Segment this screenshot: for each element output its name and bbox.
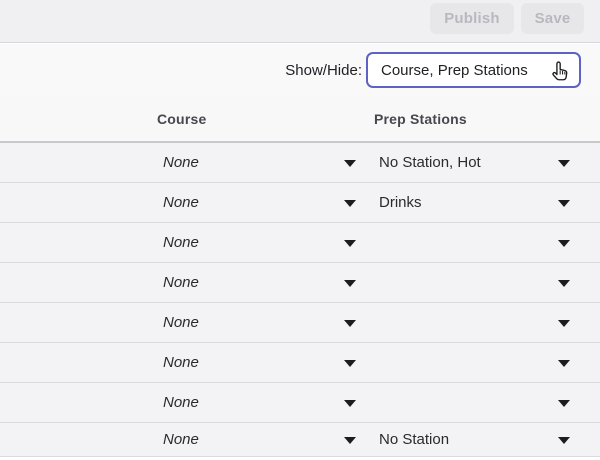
course-dropdown[interactable]: None — [163, 383, 363, 422]
course-dropdown[interactable]: None — [163, 343, 363, 382]
table-body: None No Station, Hot None Drinks None — [0, 143, 600, 457]
prep-value: No Station, Hot — [379, 154, 481, 171]
table-row: None — [0, 263, 600, 303]
chevron-down-icon[interactable] — [344, 400, 356, 407]
chevron-down-icon[interactable] — [558, 160, 570, 167]
chevron-down-icon[interactable] — [558, 240, 570, 247]
show-hide-label: Show/Hide: — [285, 62, 362, 79]
chevron-down-icon[interactable] — [558, 200, 570, 207]
save-button[interactable]: Save — [521, 3, 584, 34]
table-row: None — [0, 383, 600, 423]
course-dropdown[interactable]: None — [163, 303, 363, 342]
show-hide-select-value: Course, Prep Stations — [381, 62, 528, 79]
course-value: None — [163, 234, 199, 251]
table-row: None — [0, 343, 600, 383]
prep-stations-dropdown[interactable] — [379, 303, 549, 342]
chevron-down-icon[interactable] — [558, 400, 570, 407]
chevron-down-icon[interactable] — [558, 437, 570, 444]
menu-editor-page: Publish Save Show/Hide: Course, Prep Sta… — [0, 0, 600, 460]
prep-stations-dropdown[interactable] — [379, 263, 549, 302]
course-value: None — [163, 354, 199, 371]
table-row: None Drinks — [0, 183, 600, 223]
column-header-course: Course — [157, 111, 206, 127]
chevron-down-icon[interactable] — [558, 360, 570, 367]
table-row: None — [0, 303, 600, 343]
prep-stations-dropdown[interactable]: No Station — [379, 423, 549, 456]
chevron-down-icon[interactable] — [344, 160, 356, 167]
course-dropdown[interactable]: None — [163, 143, 363, 182]
publish-button[interactable]: Publish — [430, 3, 514, 34]
course-value: None — [163, 154, 199, 171]
show-hide-row: Show/Hide: Course, Prep Stations — [0, 44, 600, 96]
course-value: None — [163, 431, 199, 448]
prep-value: No Station — [379, 431, 449, 448]
chevron-down-icon[interactable] — [558, 320, 570, 327]
course-value: None — [163, 394, 199, 411]
course-value: None — [163, 274, 199, 291]
prep-value: Drinks — [379, 194, 422, 211]
chevron-down-icon[interactable] — [344, 200, 356, 207]
prep-stations-dropdown[interactable]: No Station, Hot — [379, 143, 549, 182]
chevron-down-icon[interactable] — [344, 320, 356, 327]
toolbar: Publish Save — [0, 0, 600, 43]
chevron-down-icon[interactable] — [344, 360, 356, 367]
prep-stations-dropdown[interactable]: Drinks — [379, 183, 549, 222]
prep-stations-dropdown[interactable] — [379, 343, 549, 382]
course-value: None — [163, 194, 199, 211]
chevron-down-icon[interactable] — [558, 280, 570, 287]
show-hide-select[interactable]: Course, Prep Stations — [366, 52, 581, 88]
course-dropdown[interactable]: None — [163, 423, 363, 456]
chevron-down-icon[interactable] — [344, 437, 356, 444]
course-dropdown[interactable]: None — [163, 263, 363, 302]
course-dropdown[interactable]: None — [163, 223, 363, 262]
column-header-prep-stations: Prep Stations — [374, 111, 467, 127]
prep-stations-dropdown[interactable] — [379, 223, 549, 262]
table-row: None No Station, Hot — [0, 143, 600, 183]
course-value: None — [163, 314, 199, 331]
chevron-down-icon[interactable] — [344, 240, 356, 247]
table-row: None No Station — [0, 423, 600, 457]
chevron-down-icon[interactable] — [344, 280, 356, 287]
course-dropdown[interactable]: None — [163, 183, 363, 222]
table-row: None — [0, 223, 600, 263]
prep-stations-dropdown[interactable] — [379, 383, 549, 422]
table-header: Course Prep Stations — [0, 96, 600, 143]
